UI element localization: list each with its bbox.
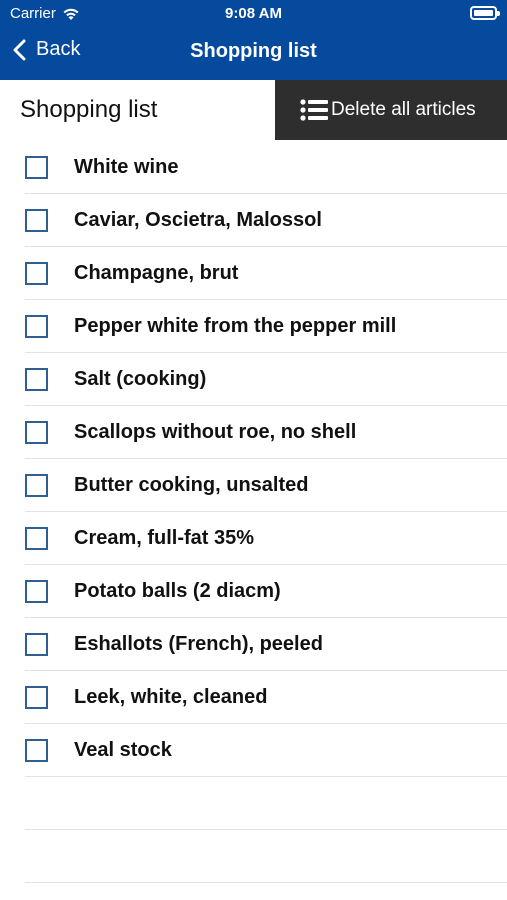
status-bar: Carrier 9:08 AM xyxy=(0,0,507,28)
item-label: Salt (cooking) xyxy=(74,368,207,390)
item-label: Champagne, brut xyxy=(74,262,239,284)
item-label: Pepper white from the pepper mill xyxy=(74,315,397,337)
list-item[interactable]: Eshallots (French), peeled xyxy=(0,618,507,671)
item-checkbox[interactable] xyxy=(25,739,48,762)
item-checkbox[interactable] xyxy=(25,368,48,391)
top-bar: Carrier 9:08 AM Back Shopping list xyxy=(0,0,507,80)
item-label: Butter cooking, unsalted xyxy=(74,474,309,496)
battery-icon xyxy=(470,6,500,20)
list-item[interactable]: Cream, full-fat 35% xyxy=(0,512,507,565)
back-button[interactable]: Back xyxy=(12,38,80,61)
item-checkbox[interactable] xyxy=(25,633,48,656)
item-label: Potato balls (2 diacm) xyxy=(74,580,281,602)
list-header: Shopping list Delete all articles xyxy=(0,80,507,140)
item-checkbox[interactable] xyxy=(25,315,48,338)
item-checkbox[interactable] xyxy=(25,527,48,550)
item-label: Caviar, Oscietra, Malossol xyxy=(74,209,322,231)
list-item[interactable]: Champagne, brut xyxy=(0,247,507,300)
page-title: Shopping list xyxy=(20,96,158,123)
list-item[interactable]: White wine xyxy=(0,141,507,194)
item-label: Cream, full-fat 35% xyxy=(74,527,255,549)
back-label: Back xyxy=(36,38,81,60)
item-checkbox[interactable] xyxy=(25,474,48,497)
item-label: Veal stock xyxy=(74,739,172,761)
navigation-bar: Back Shopping list xyxy=(0,28,507,80)
list-icon xyxy=(300,99,328,121)
item-label: Scallops without roe, no shell xyxy=(74,421,357,443)
item-checkbox[interactable] xyxy=(25,262,48,285)
status-time: 9:08 AM xyxy=(225,5,282,22)
item-label: Eshallots (French), peeled xyxy=(74,633,323,655)
shopping-list: White wine Caviar, Oscietra, Malossol Cham… xyxy=(0,141,507,883)
item-checkbox[interactable] xyxy=(25,209,48,232)
list-item[interactable]: Butter cooking, unsalted xyxy=(0,459,507,512)
chevron-left-icon xyxy=(13,39,26,60)
delete-all-label: Delete all articles xyxy=(331,99,476,120)
empty-list-row xyxy=(0,777,507,830)
list-item[interactable]: Potato balls (2 diacm) xyxy=(0,565,507,618)
item-checkbox[interactable] xyxy=(25,686,48,709)
empty-list-row xyxy=(0,830,507,883)
list-item[interactable]: Leek, white, cleaned xyxy=(0,671,507,724)
delete-all-articles-button[interactable]: Delete all articles xyxy=(275,80,507,140)
list-item[interactable]: Pepper white from the pepper mill xyxy=(0,300,507,353)
item-checkbox[interactable] xyxy=(25,421,48,444)
list-item[interactable]: Veal stock xyxy=(0,724,507,777)
item-checkbox[interactable] xyxy=(25,156,48,179)
item-label: White wine xyxy=(74,156,179,178)
list-item[interactable]: Scallops without roe, no shell xyxy=(0,406,507,459)
item-label: Leek, white, cleaned xyxy=(74,686,268,708)
list-item[interactable]: Salt (cooking) xyxy=(0,353,507,406)
item-checkbox[interactable] xyxy=(25,580,48,603)
list-item[interactable]: Caviar, Oscietra, Malossol xyxy=(0,194,507,247)
